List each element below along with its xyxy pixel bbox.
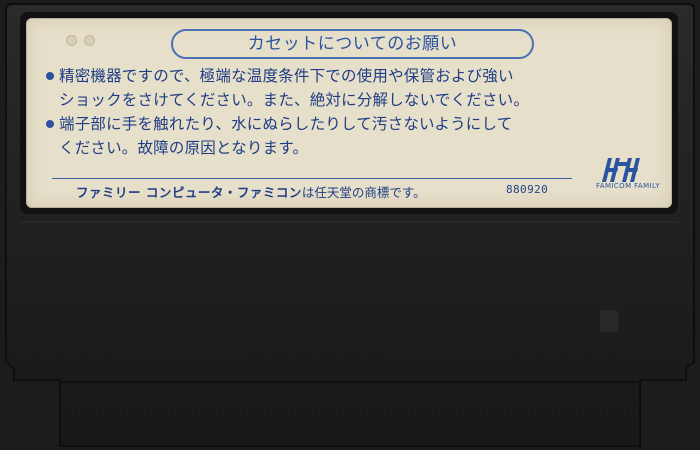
trademark-names: ファミリー コンピュータ・ファミコン (76, 185, 302, 200)
note-1-line-2: ショックをさけてください。また、絶対に分解しないでください。 (59, 91, 530, 109)
lot-code: 880920 (506, 183, 549, 196)
trademark-notice: ファミリー コンピュータ・ファミコンは任天堂の商標です。 (76, 182, 426, 201)
screw-hole-right (84, 35, 95, 46)
screw-holes (66, 35, 106, 47)
cartridge-label: カセットについてのお願い 精密機器ですので、極端な温度条件下での使用や保管および… (26, 18, 672, 208)
bullet-icon (46, 120, 54, 128)
logo-caption: FAMICOM FAMILY (596, 182, 661, 190)
famicom-cartridge-back: カセットについてのお願い 精密機器ですので、極端な温度条件下での使用や保管および… (0, 0, 700, 450)
shell-scuff (600, 310, 618, 332)
screw-hole-left (66, 35, 77, 46)
footer-divider (52, 178, 572, 179)
note-2-line-2: ください。故障の原因となります。 (59, 139, 309, 157)
note-1-line-1: 精密機器ですので、極端な温度条件下での使用や保管および強い (59, 67, 514, 85)
trademark-suffix: は任天堂の商標です。 (301, 185, 426, 200)
bullet-icon (46, 72, 54, 80)
label-title: カセットについてのお願い (171, 29, 534, 59)
note-2-line-1: 端子部に手を触れたり、水にぬらしたりして汚さないようにして (59, 115, 513, 133)
